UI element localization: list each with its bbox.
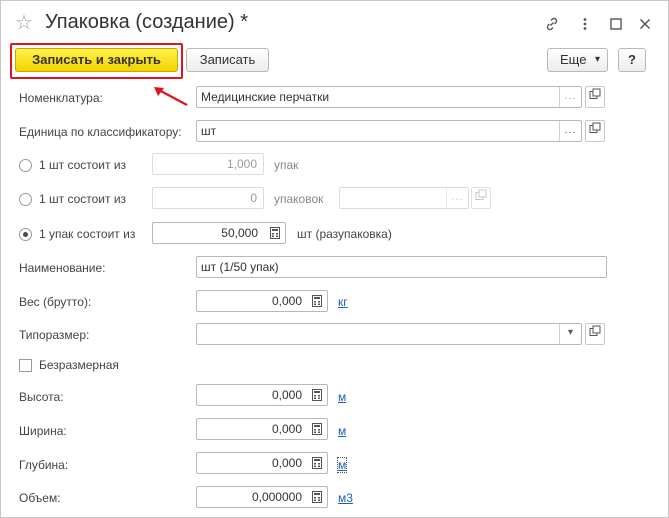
- depth-label: Глубина:: [19, 458, 69, 472]
- option1-unit: упак: [274, 158, 299, 172]
- option1-quantity-field[interactable]: 1,000: [152, 153, 264, 175]
- close-icon[interactable]: [637, 16, 653, 32]
- weight-field[interactable]: 0,000: [196, 290, 328, 312]
- calculator-icon[interactable]: [306, 487, 327, 507]
- calculator-icon[interactable]: [306, 385, 327, 405]
- width-unit-link[interactable]: м: [338, 424, 346, 438]
- calculator-icon[interactable]: [264, 223, 285, 243]
- calculator-icon[interactable]: [306, 291, 327, 311]
- select-icon[interactable]: ...: [446, 188, 468, 208]
- menu-dots-icon[interactable]: [577, 16, 593, 32]
- unit-classifier-value: шт: [201, 124, 217, 138]
- weight-unit-link[interactable]: кг: [338, 295, 348, 309]
- sizeless-checkbox[interactable]: [19, 359, 32, 372]
- select-icon[interactable]: ...: [559, 87, 581, 107]
- maximize-icon[interactable]: [608, 16, 624, 32]
- help-button[interactable]: ?: [618, 48, 646, 72]
- option2-unit: упаковок: [274, 192, 324, 206]
- link-icon[interactable]: [544, 16, 560, 32]
- calculator-icon[interactable]: [306, 419, 327, 439]
- height-value: 0,000: [271, 388, 302, 402]
- more-button[interactable]: Еще ▾: [547, 48, 608, 72]
- weight-value: 0,000: [271, 294, 302, 308]
- option1-radio[interactable]: [19, 159, 32, 172]
- option3-label: 1 упак состоит из: [39, 227, 136, 241]
- volume-unit-link[interactable]: м3: [338, 491, 353, 505]
- option1-value: 1,000: [226, 157, 257, 171]
- unit-classifier-field[interactable]: шт ...: [196, 120, 582, 142]
- height-unit-link[interactable]: м: [338, 390, 346, 404]
- name-value: шт (1/50 упак): [201, 260, 279, 274]
- height-field[interactable]: 0,000: [196, 384, 328, 406]
- option1-label: 1 шт состоит из: [39, 158, 127, 172]
- open-unit-button[interactable]: [585, 120, 605, 142]
- width-label: Ширина:: [19, 424, 67, 438]
- window-title: Упаковка (создание) *: [45, 11, 248, 33]
- dropdown-icon[interactable]: ▾: [559, 324, 581, 344]
- sizeless-label: Безразмерная: [39, 358, 119, 372]
- save-and-close-button[interactable]: Записать и закрыть: [15, 48, 178, 72]
- option3-quantity-field[interactable]: 50,000: [152, 222, 286, 244]
- nomenclature-field[interactable]: Медицинские перчатки ...: [196, 86, 582, 108]
- window: ☆ Упаковка (создание) * Записать и закры…: [0, 0, 669, 518]
- open-package-button[interactable]: [471, 187, 491, 209]
- option2-value: 0: [250, 191, 257, 205]
- depth-field[interactable]: 0,000: [196, 452, 328, 474]
- option2-label: 1 шт состоит из: [39, 192, 127, 206]
- open-icon: [589, 88, 601, 99]
- weight-label: Вес (брутто):: [19, 295, 92, 309]
- open-icon: [589, 325, 601, 336]
- depth-unit-link[interactable]: м: [336, 457, 348, 473]
- name-field[interactable]: шт (1/50 упак): [196, 256, 607, 278]
- open-icon: [589, 122, 601, 133]
- width-value: 0,000: [271, 422, 302, 436]
- save-button[interactable]: Записать: [186, 48, 269, 72]
- size-type-label: Типоразмер:: [19, 328, 90, 342]
- volume-value: 0,000000: [251, 490, 302, 504]
- select-icon[interactable]: ...: [559, 121, 581, 141]
- height-label: Высота:: [19, 390, 64, 404]
- option2-quantity-field[interactable]: 0: [152, 187, 264, 209]
- favorite-star-icon[interactable]: ☆: [15, 12, 33, 34]
- volume-field[interactable]: 0,000000: [196, 486, 328, 508]
- nomenclature-label: Номенклатура:: [19, 91, 103, 105]
- option2-radio[interactable]: [19, 193, 32, 206]
- option3-value: 50,000: [221, 226, 258, 240]
- volume-label: Объем:: [19, 491, 61, 505]
- unit-classifier-label: Единица по классификатору:: [19, 125, 182, 139]
- pointer-arrow-icon: [154, 87, 188, 106]
- option3-unit: шт (разупаковка): [297, 227, 392, 241]
- name-label: Наименование:: [19, 261, 106, 275]
- open-nomenclature-button[interactable]: [585, 86, 605, 108]
- depth-value: 0,000: [271, 456, 302, 470]
- calculator-icon[interactable]: [306, 453, 327, 473]
- width-field[interactable]: 0,000: [196, 418, 328, 440]
- nomenclature-value: Медицинские перчатки: [201, 90, 330, 104]
- chevron-down-icon: ▾: [594, 54, 600, 65]
- more-button-label: Еще: [560, 52, 587, 67]
- open-size-type-button[interactable]: [585, 323, 605, 345]
- option2-package-field[interactable]: ...: [339, 187, 469, 209]
- option3-radio[interactable]: [19, 228, 32, 241]
- open-icon: [475, 189, 487, 200]
- size-type-field[interactable]: ▾: [196, 323, 582, 345]
